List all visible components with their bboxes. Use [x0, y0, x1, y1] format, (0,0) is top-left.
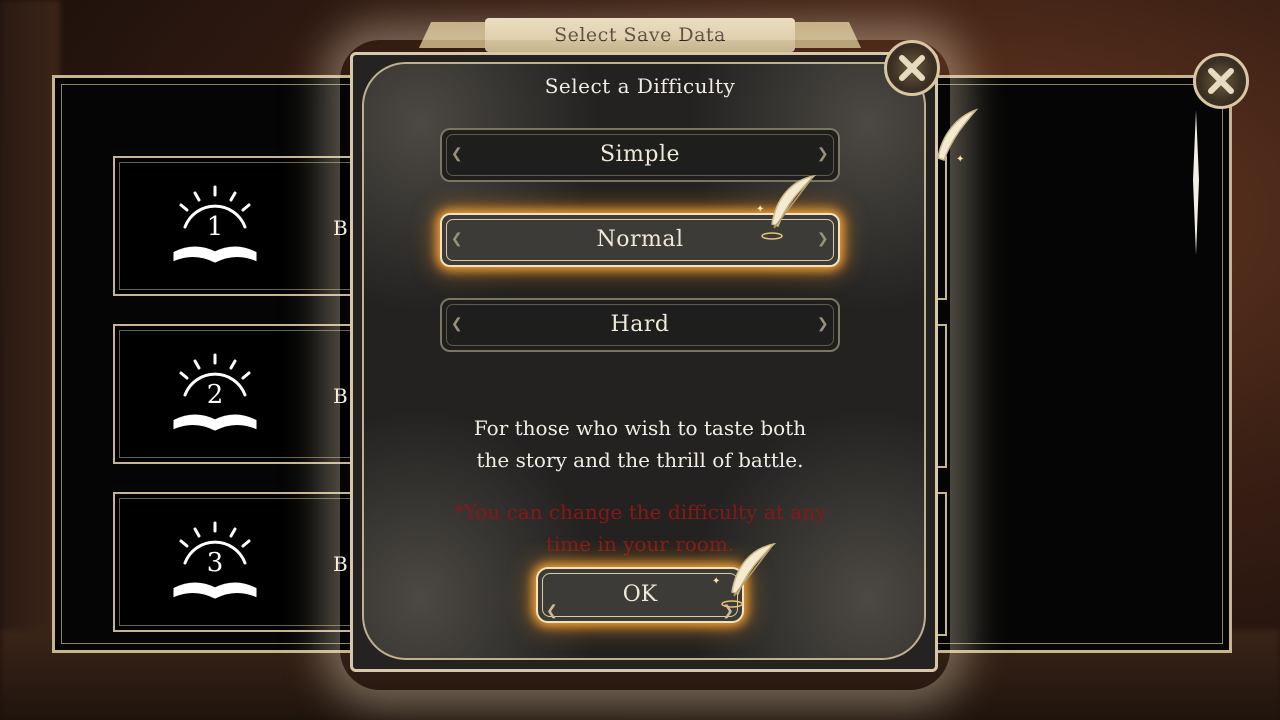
close-icon [899, 55, 925, 81]
difficulty-description: For those who wish to taste both the sto… [473, 416, 807, 472]
ornament-icon: ❯ [816, 316, 830, 332]
difficulty-option-hard[interactable]: ❮ Hard ❯ [440, 298, 840, 352]
svg-text:✦: ✦ [756, 204, 764, 215]
option-label: Hard [610, 312, 670, 337]
dialog-close-button[interactable] [884, 40, 940, 96]
slot-number: 1 [207, 212, 224, 242]
save-book-icon: 2 [173, 353, 257, 431]
ornament-icon: ❮ [450, 146, 464, 162]
svg-text:✦: ✦ [956, 154, 964, 165]
option-label: Simple [599, 142, 681, 167]
quill-cursor-icon: ✦ [712, 542, 777, 608]
svg-text:✦: ✦ [712, 576, 720, 587]
ornament-icon: ❮ [546, 603, 558, 619]
ornament-icon: ❮ [450, 231, 464, 247]
quill-cursor-icon: ✦ [756, 174, 817, 240]
save-book-icon: 1 [173, 185, 257, 263]
slot-number: 2 [207, 380, 224, 410]
close-icon [1208, 68, 1234, 94]
save-panel-close-button[interactable] [1193, 53, 1249, 109]
save-book-icon: 3 [173, 521, 257, 599]
ornament-icon: ❮ [450, 316, 464, 332]
ornament-icon: ❯ [816, 146, 830, 162]
option-label: Normal [596, 227, 684, 252]
difficulty-change-note: *You can change the difficulty at any ti… [453, 500, 827, 556]
ok-label: OK [622, 582, 658, 607]
slot-number: 3 [207, 548, 224, 578]
dialog-title: Select a Difficulty [544, 74, 736, 98]
quill-cursor-icon: ✦ [937, 108, 979, 165]
scroll-indicator[interactable] [1193, 110, 1199, 255]
